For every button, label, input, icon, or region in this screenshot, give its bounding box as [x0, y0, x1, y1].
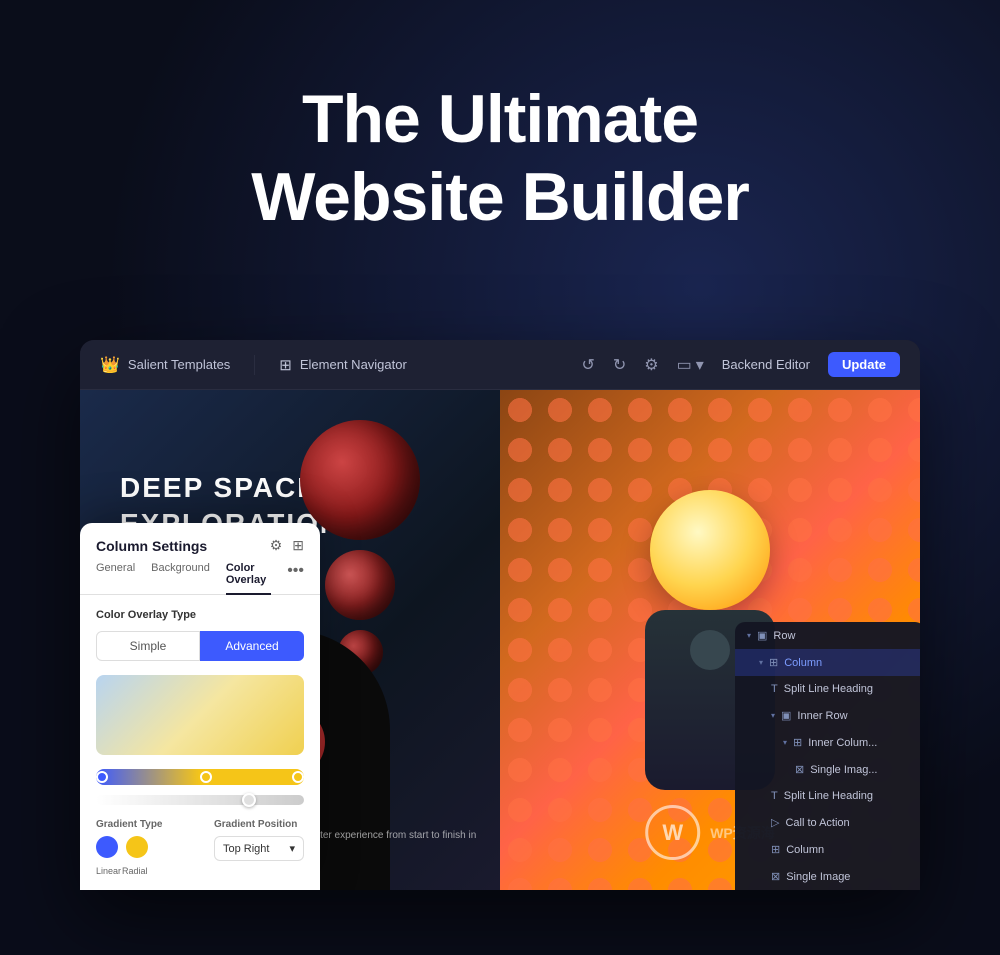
swatch-labels: Linear Radial [96, 866, 163, 876]
nav-inner-row-arrow: ▾ [771, 711, 775, 720]
nav-split-line-heading-label: Split Line Heading [784, 683, 873, 695]
nav-row-icon: ▣ [757, 629, 767, 642]
panel-header-icons: ⚙ ⊞ [270, 537, 304, 554]
gradient-preview [96, 675, 304, 755]
nav-inner-row-icon: ▣ [781, 709, 791, 722]
gradient-slider-track[interactable] [96, 769, 304, 785]
nav-single-image-label: Single Imag... [810, 764, 877, 776]
nav-column-icon: ⊞ [769, 656, 778, 669]
panel-tabs: General Background Color Overlay ••• [80, 562, 320, 595]
panel-body: Color Overlay Type Simple Advanced [80, 595, 320, 890]
tab-color-overlay[interactable]: Color Overlay [226, 562, 271, 594]
nav-column-item[interactable]: ▾ ⊞ Column [735, 649, 920, 676]
element-navigator-btn[interactable]: ⊞ Element Navigator [279, 356, 407, 374]
nav-inner-col-arrow: ▾ [783, 738, 787, 747]
nav-single-image-item[interactable]: ⊠ Single Imag... [735, 756, 920, 783]
nav-split-icon: T [771, 683, 778, 695]
toolbar-actions: ↺ ↻ ⚙ ▭ ▾ Backend Editor Update [581, 352, 900, 377]
advanced-btn[interactable]: Advanced [200, 631, 304, 661]
nav-column-label: Column [784, 657, 822, 669]
radial-label: Radial [122, 866, 144, 876]
simple-btn[interactable]: Simple [96, 631, 200, 661]
gradient-position-select[interactable]: Top Right ▾ [214, 836, 304, 861]
nav-inner-column-label: Inner Colum... [808, 737, 877, 749]
wp-logo: W [645, 805, 700, 860]
panel-expand-icon[interactable]: ⊞ [292, 537, 304, 554]
salient-templates-btn[interactable]: 👑 Salient Templates [100, 355, 230, 375]
swatch-radial[interactable] [126, 836, 148, 858]
gradient-stop-1[interactable] [96, 771, 108, 783]
nav-image2-icon: ⊠ [771, 870, 780, 883]
gradient-position-group: Gradient Position Top Right ▾ [214, 819, 304, 861]
gradient-footer: Gradient Type Linear Radial Gradient Pos… [96, 819, 304, 876]
update-btn[interactable]: Update [828, 352, 900, 377]
nav-split-line-heading2-item[interactable]: T Split Line Heading [735, 783, 920, 809]
undo-btn[interactable]: ↺ [581, 355, 594, 375]
nav-row-arrow: ▾ [747, 631, 751, 640]
gradient-position-label: Gradient Position [214, 819, 304, 830]
column-settings-panel: Column Settings ⚙ ⊞ General Background C… [80, 523, 320, 890]
tab-more-icon[interactable]: ••• [287, 562, 304, 594]
main-window: 👑 Salient Templates ⊞ Element Navigator … [80, 340, 920, 890]
hero-section: The Ultimate Website Builder [150, 80, 850, 236]
linear-label: Linear [96, 866, 118, 876]
nav-col2-icon: ⊞ [771, 843, 780, 856]
nav-row-label: Row [773, 630, 795, 642]
select-arrow-icon: ▾ [289, 842, 295, 855]
planet-large [300, 420, 420, 540]
nav-image-icon: ⊠ [795, 763, 804, 776]
gradient-stop-2[interactable] [200, 771, 212, 783]
preview-area: DEEP SPACE EXPLORATION successful busine… [80, 390, 920, 890]
gradient-type-label: Gradient Type [96, 819, 163, 830]
astronaut-helmet [650, 490, 770, 610]
swatch-linear[interactable] [96, 836, 118, 858]
element-navigator-panel: ▾ ▣ Row ▾ ⊞ Column T Split Line Heading … [735, 622, 920, 890]
gradient-stop-3[interactable] [292, 771, 304, 783]
nav-split2-icon: T [771, 790, 778, 802]
astronaut-chest [690, 630, 730, 670]
nav-split-line-heading-item[interactable]: T Split Line Heading [735, 676, 920, 702]
nav-single-image2-label: Single Image [786, 871, 850, 883]
color-overlay-type-label: Color Overlay Type [96, 609, 304, 621]
overlay-type-toggle: Simple Advanced [96, 631, 304, 661]
backend-editor-btn[interactable]: Backend Editor [722, 357, 810, 372]
nav-call-to-action-label: Call to Action [785, 817, 849, 829]
nav-inner-row-label: Inner Row [797, 710, 847, 722]
nav-call-to-action-item[interactable]: ▷ Call to Action [735, 809, 920, 836]
redo-btn[interactable]: ↻ [613, 355, 626, 375]
nav-split-line-heading2-label: Split Line Heading [784, 790, 873, 802]
panel-title: Column Settings [96, 538, 207, 554]
panel-gear-icon[interactable]: ⚙ [270, 537, 283, 554]
toolbar: 👑 Salient Templates ⊞ Element Navigator … [80, 340, 920, 390]
monitor-btn[interactable]: ▭ ▾ [677, 355, 704, 375]
gradient-type-group: Gradient Type Linear Radial [96, 819, 163, 876]
tab-background[interactable]: Background [151, 562, 210, 594]
panel-header: Column Settings ⚙ ⊞ [80, 523, 320, 562]
planet-medium [325, 550, 395, 620]
nav-single-image2-item[interactable]: ⊠ Single Image [735, 863, 920, 890]
gradient-alpha-track[interactable] [96, 795, 304, 805]
crown-icon: 👑 [100, 355, 120, 375]
nav-column2-label: Column [786, 844, 824, 856]
layers-icon: ⊞ [279, 356, 292, 374]
nav-row-item[interactable]: ▾ ▣ Row [735, 622, 920, 649]
nav-inner-col-icon: ⊞ [793, 736, 802, 749]
settings-btn[interactable]: ⚙ [644, 355, 658, 375]
nav-inner-row-item[interactable]: ▾ ▣ Inner Row [735, 702, 920, 729]
nav-column-arrow: ▾ [759, 658, 763, 667]
nav-cta-icon: ▷ [771, 816, 779, 829]
nav-inner-column-item[interactable]: ▾ ⊞ Inner Colum... [735, 729, 920, 756]
hero-title: The Ultimate Website Builder [150, 80, 850, 236]
alpha-handle[interactable] [242, 793, 256, 807]
monitor-dropdown-icon: ▾ [696, 355, 704, 375]
tab-general[interactable]: General [96, 562, 135, 594]
toolbar-divider-1 [254, 355, 255, 375]
nav-column2-item[interactable]: ⊞ Column [735, 836, 920, 863]
monitor-icon: ▭ [677, 355, 692, 375]
color-swatches [96, 836, 163, 858]
